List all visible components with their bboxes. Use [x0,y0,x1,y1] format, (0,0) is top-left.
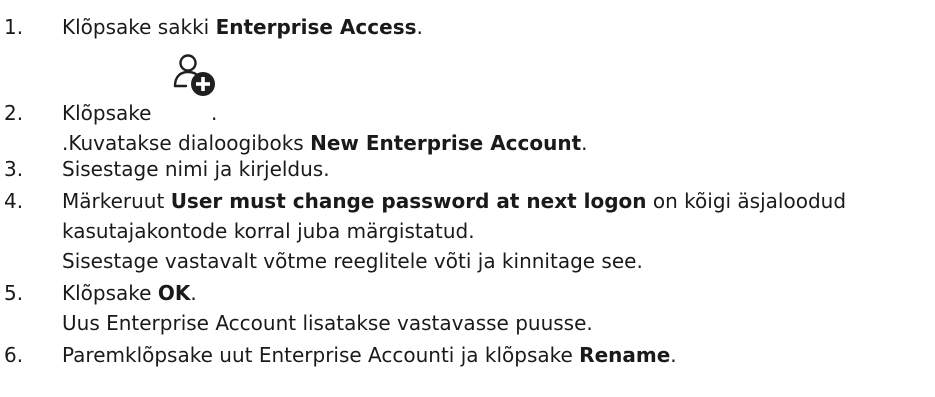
add-user-icon [172,52,220,100]
step-text-plain: . [670,343,677,367]
step-number: 5. [4,281,24,305]
step-text-plain: Klõpsake [62,281,158,305]
step-text-plain: . [581,131,588,155]
step-text-plain: . [190,281,197,305]
step-text-plain: Paremklõpsake uut Enterprise Accounti ja… [62,343,580,367]
step-text: Sisestage nimi ja kirjeldus. [62,157,330,181]
step-number: 1. [4,15,24,39]
step-result: Uus Enterprise Account lisatakse vastava… [62,311,593,335]
step-text-plain: on kõigi äsjaloodud [646,189,847,213]
step-text-period: . [211,101,218,125]
step-result: Sisestage vastavalt võtme reeglitele võt… [62,249,643,273]
step-text-plain: . [416,15,423,39]
step-text-line2: kasutajakontode korral juba märgistatud. [62,219,475,243]
step-text: Märkeruut User must change password at n… [62,186,846,216]
dialog-name-new-enterprise-account: New Enterprise Account [310,131,582,155]
step-text-plain: Märkeruut [62,189,171,213]
step-text: Klõpsake sakki Enterprise Access. [62,12,423,42]
step-text-plain: .Kuvatakse dialoogiboks [62,131,311,155]
step-text-plain: Klõpsake [62,101,152,125]
step-text: Paremklõpsake uut Enterprise Accounti ja… [62,340,677,370]
step-number: 6. [4,343,24,367]
step-text: Klõpsake [62,98,151,128]
tab-name-enterprise-access: Enterprise Access [215,15,417,39]
step-text: Klõpsake OK. [62,278,197,308]
command-name-rename: Rename [579,343,671,367]
button-name-ok: OK [157,281,191,305]
step-number: 3. [4,157,24,181]
checkbox-name-user-must-change-password: User must change password at next logon [170,189,647,213]
step-text-plain: Klõpsake sakki [62,15,216,39]
step-number: 4. [4,189,24,213]
step-number: 2. [4,101,24,125]
